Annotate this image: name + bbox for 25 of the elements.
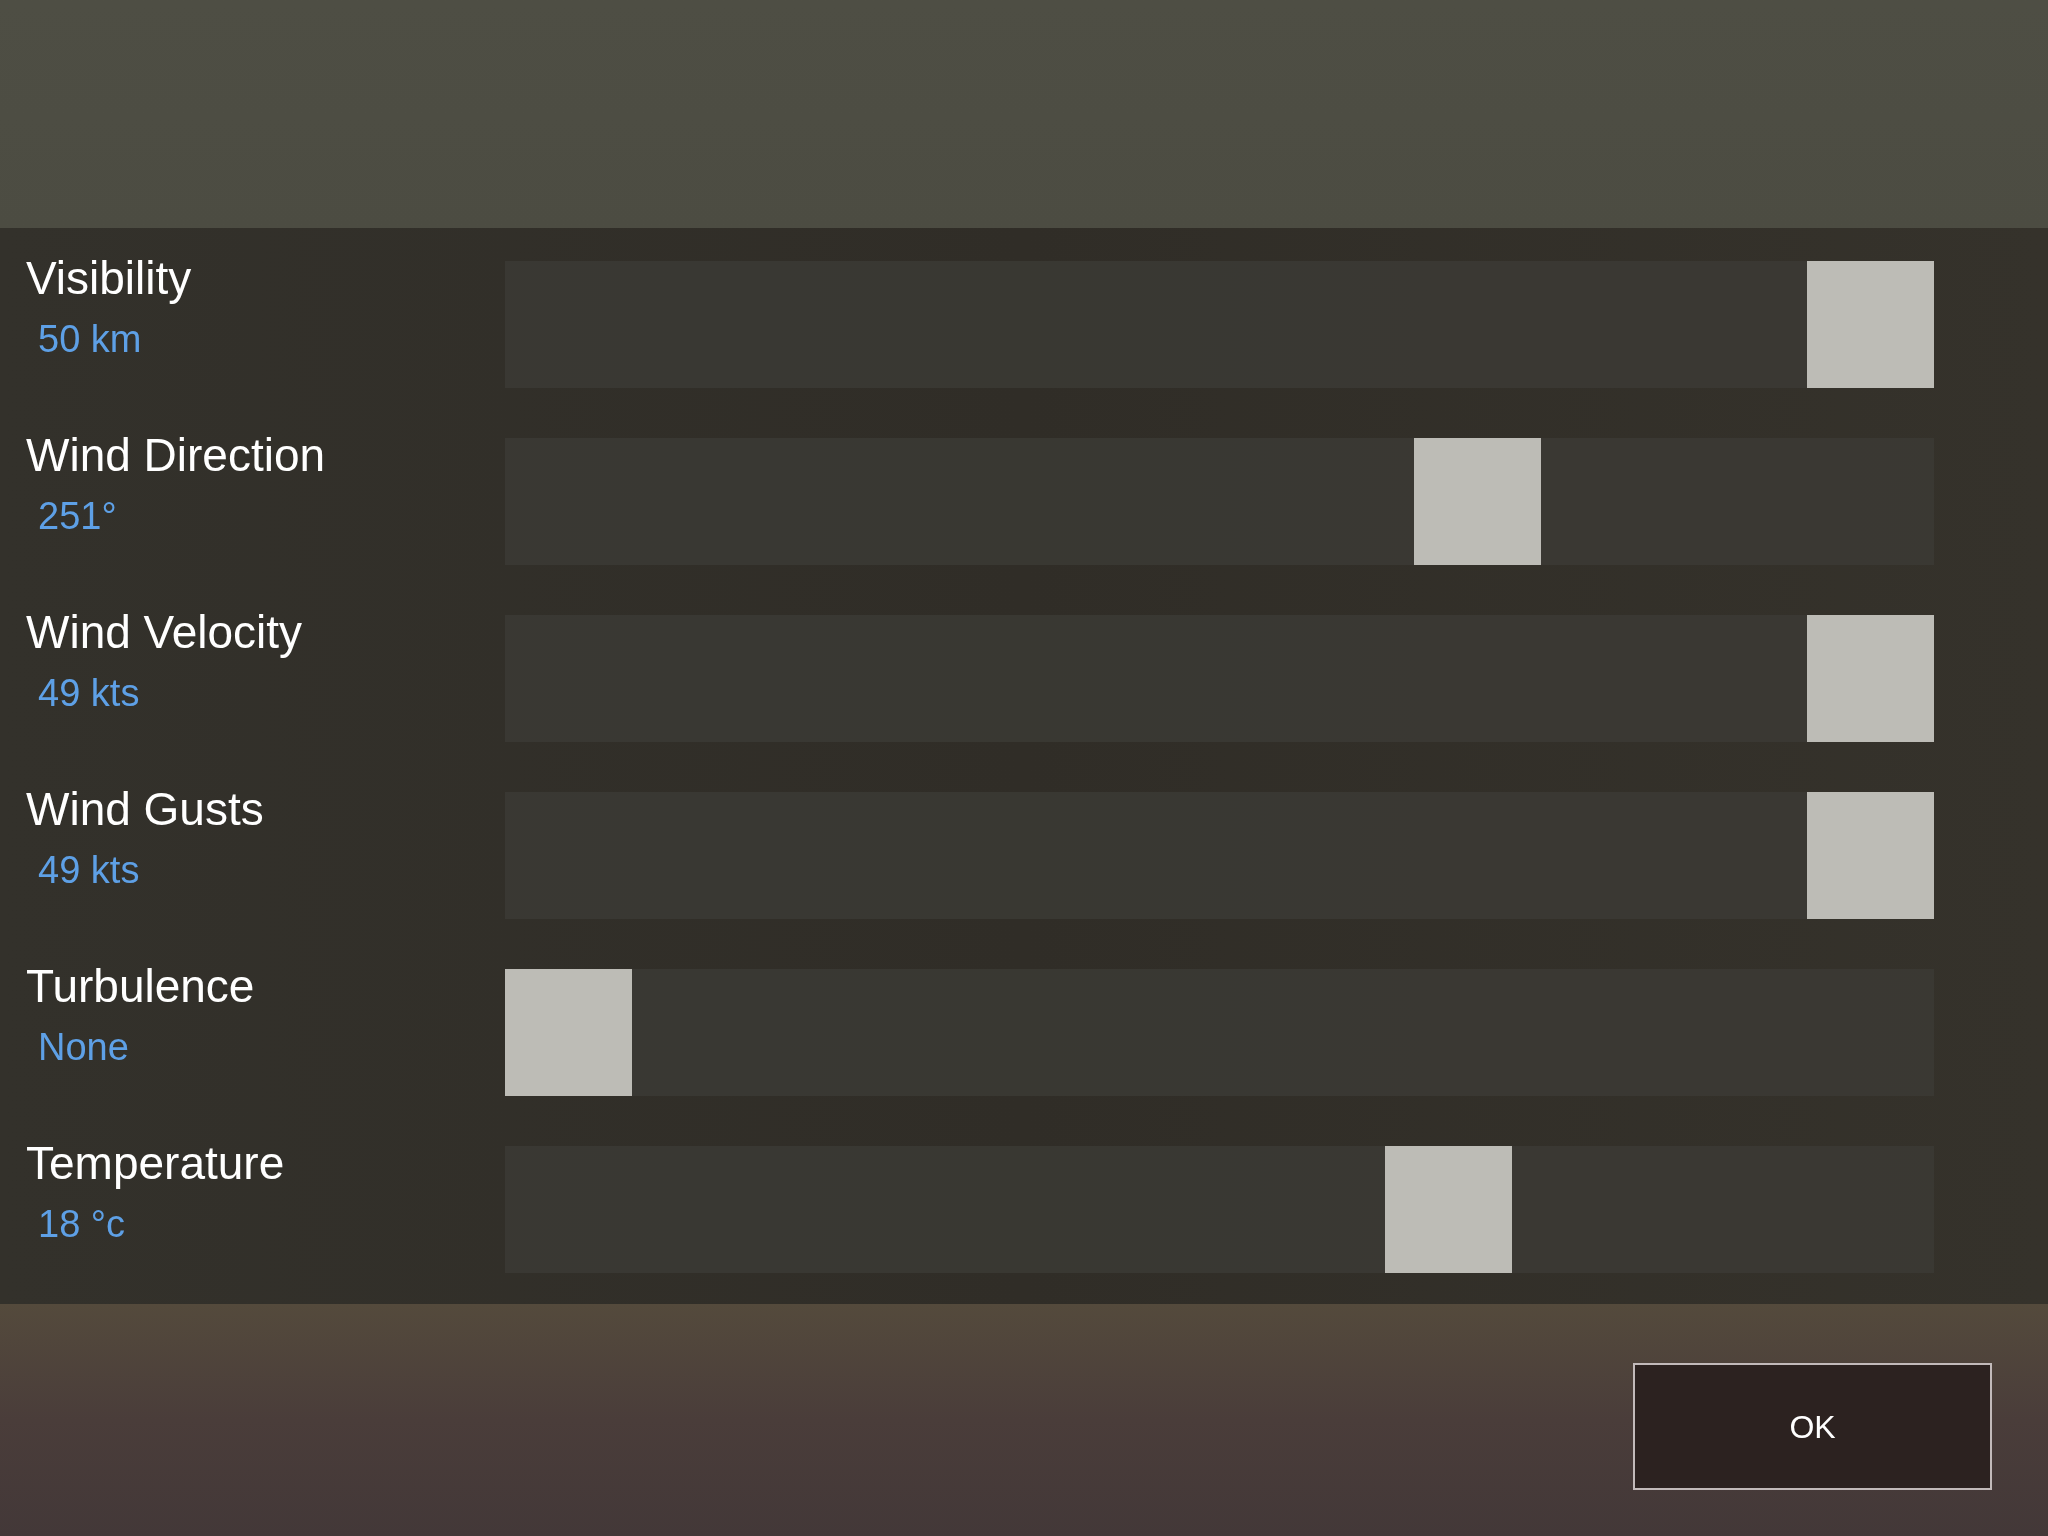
setting-value: 49 kts [38, 671, 140, 715]
slider-thumb[interactable] [505, 969, 632, 1096]
slider-track[interactable] [505, 1146, 1934, 1273]
setting-label: Turbulence [26, 960, 255, 1013]
slider-thumb[interactable] [1807, 261, 1934, 388]
slider-track[interactable] [505, 969, 1934, 1096]
ok-button[interactable]: OK [1633, 1363, 1992, 1490]
setting-value: 251° [38, 494, 117, 538]
setting-label: Wind Direction [26, 429, 326, 482]
setting-value: 50 km [38, 317, 142, 361]
slider-thumb[interactable] [1807, 615, 1934, 742]
slider-track[interactable] [505, 792, 1934, 919]
slider-thumb[interactable] [1807, 792, 1934, 919]
slider-thumb[interactable] [1413, 438, 1541, 565]
setting-label: Temperature [26, 1137, 285, 1190]
slider-track[interactable] [505, 438, 1934, 565]
setting-label: Visibility [26, 252, 192, 305]
setting-label: Wind Gusts [26, 783, 264, 836]
setting-label: Wind Velocity [26, 606, 303, 659]
setting-value: 18 °c [38, 1202, 126, 1246]
setting-value: None [38, 1025, 129, 1069]
setting-value: 49 kts [38, 848, 140, 892]
slider-track[interactable] [505, 261, 1934, 388]
slider-thumb[interactable] [1385, 1146, 1513, 1273]
slider-track[interactable] [505, 615, 1934, 742]
